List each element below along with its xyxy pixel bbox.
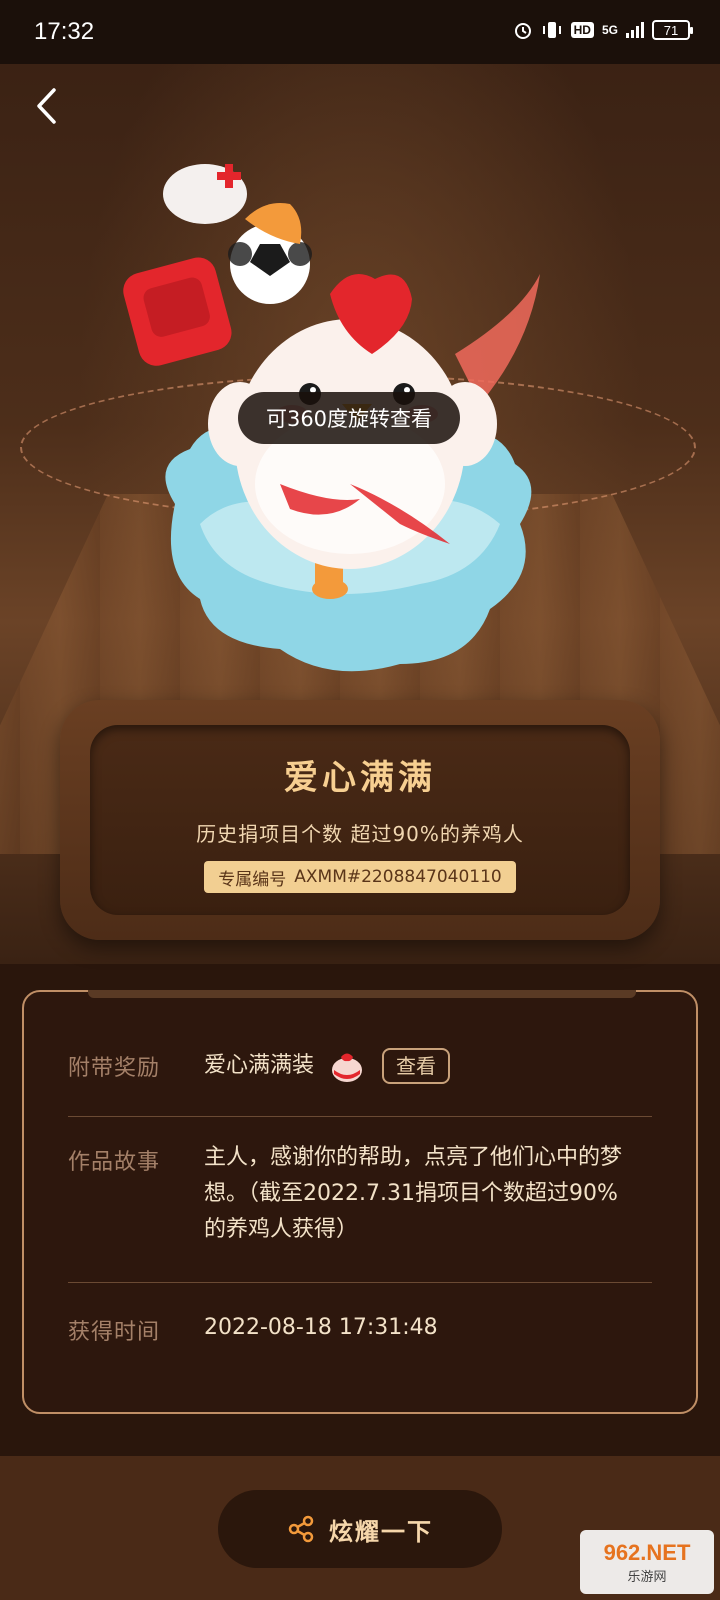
serial-label: 专属编号 <box>218 869 287 890</box>
vibrate-icon <box>542 22 561 38</box>
share-button-label: 炫耀一下 <box>329 1517 433 1546</box>
battery-icon: 71 <box>652 20 693 40</box>
status-bar: 17:32 HD 5G 71 <box>0 0 720 64</box>
reward-value-wrap: 爱心满满装 查看 <box>204 1048 451 1084</box>
obtained-time-label: 获得时间 <box>68 1320 161 1345</box>
story-label: 作品故事 <box>68 1150 161 1175</box>
status-icons: HD 5G 71 <box>513 20 693 40</box>
watermark-line1: 962.NET <box>603 1539 691 1565</box>
card-top-bar <box>88 990 636 998</box>
watermark-line2: 乐游网 <box>627 1569 667 1585</box>
obtained-time-value: 2022-08-18 17:31:48 <box>204 1315 438 1340</box>
hd-badge: HD <box>570 22 594 38</box>
serial-value: AXMM#2208847040110 <box>294 867 502 887</box>
signal-icon <box>626 22 644 38</box>
status-time: 17:32 <box>34 18 95 45</box>
view-reward-button[interactable]: 查看 <box>382 1048 451 1084</box>
divider <box>68 1116 652 1117</box>
reward-row: 附带奖励 爱心满满装 查看 <box>68 1048 658 1090</box>
story-row: 作品故事 主人，感谢你的帮助，点亮了他们心中的梦想。（截至2022.7.31捐项… <box>68 1144 658 1254</box>
share-icon <box>288 1515 314 1543</box>
rotate-hint-badge: 可360度旋转查看 <box>238 392 460 444</box>
story-text: 主人，感谢你的帮助，点亮了他们心中的梦想。（截至2022.7.31捐项目个数超过… <box>204 1145 623 1242</box>
divider <box>68 1282 652 1283</box>
info-card: 附带奖励 爱心满满装 查看 作品故事 主人，感谢你的帮助，点亮了他们心中的梦想。… <box>22 990 698 1414</box>
nameplate: 爱心满满 历史捐项目个数 超过90%的养鸡人 专属编号 AXMM#2208847… <box>0 700 720 940</box>
serial-number-badge: 专属编号 AXMM#2208847040110 <box>204 861 516 893</box>
alarm-icon <box>514 23 531 39</box>
reward-value: 爱心满满装 <box>204 1053 315 1078</box>
trophy-title: 爱心满满 <box>284 758 436 798</box>
trophy-description: 历史捐项目个数 超过90%的养鸡人 <box>196 822 524 846</box>
obtained-time-row: 获得时间 2022-08-18 17:31:48 <box>68 1314 658 1354</box>
battery-level: 71 <box>663 22 679 38</box>
costume-gift-icon <box>332 1053 363 1082</box>
share-button[interactable]: 炫耀一下 <box>218 1490 502 1568</box>
reward-label: 附带奖励 <box>68 1056 161 1081</box>
network-label: 5G <box>601 23 618 37</box>
site-watermark: 962.NET 乐游网 <box>580 1530 714 1594</box>
